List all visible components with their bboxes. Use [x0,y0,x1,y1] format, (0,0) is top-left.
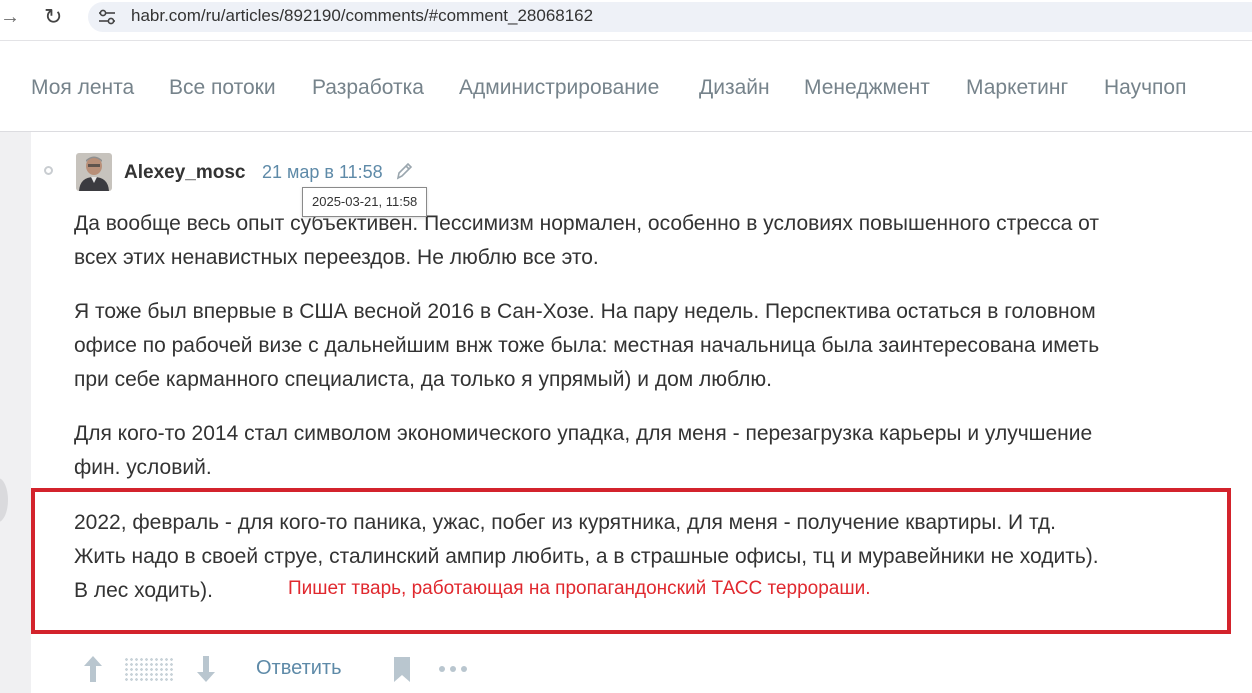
time-tooltip: 2025-03-21, 11:58 [302,187,428,217]
back-arrow-icon[interactable]: → [0,6,20,29]
browser-toolbar: → ↻ habr.com/ru/articles/892190/comments… [0,0,1252,41]
reload-icon[interactable]: ↻ [44,4,62,30]
comment-thread-dot [44,166,53,175]
paragraph-line: Да вообще весь опыт субъективен. Пессими… [74,212,1099,235]
nav-item-administration[interactable]: Администрирование [459,76,659,100]
paragraph-line: при себе карманного специалиста, да толь… [74,368,772,391]
comment-time[interactable]: 21 мар в 11:58 [262,162,383,183]
site-nav: Моя лента Все потоки Разработка Админист… [0,41,1252,132]
nav-item-development[interactable]: Разработка [312,76,424,100]
annotation-text: Пишет тварь, работающая на пропагандонск… [288,578,871,599]
paragraph-line: Я тоже был впервые в США весной 2016 в С… [74,300,1096,323]
nav-item-all-streams[interactable]: Все потоки [169,76,276,100]
nav-item-marketing[interactable]: Маркетинг [966,76,1068,100]
comment-paragraph-3: Для кого-то 2014 стал символом экономиче… [74,417,1092,485]
nav-item-management[interactable]: Менеджмент [804,76,930,100]
avatar[interactable] [76,153,112,191]
comment-paragraph-2: Я тоже был впервые в США весной 2016 в С… [74,295,1099,397]
paragraph-line: фин. условий. [74,456,212,479]
paragraph-line: Для кого-то 2014 стал символом экономиче… [74,422,1093,445]
reply-button[interactable]: Ответить [256,657,342,680]
comment-paragraph-1: Да вообще весь опыт субъективен. Пессими… [74,207,1099,275]
rating-placeholder [124,657,174,683]
upvote-arrow-icon[interactable] [82,654,104,684]
site-settings-icon[interactable] [98,9,116,25]
nav-item-popsci[interactable]: Научпоп [1104,76,1186,100]
edit-pencil-icon [396,162,413,180]
side-scroll-handle [0,478,8,522]
paragraph-line: офисе по рабочей визе с дальнейшим внж т… [74,334,1100,357]
downvote-arrow-icon[interactable] [195,654,217,684]
paragraph-line: всех этих ненавистных переездов. Не любл… [74,246,599,269]
comment-author[interactable]: Alexey_mosc [124,162,245,184]
bookmark-icon[interactable] [392,656,412,683]
url-text[interactable]: habr.com/ru/articles/892190/comments/#co… [131,6,593,26]
highlight-frame [31,488,1231,634]
nav-item-my-feed[interactable]: Моя лента [31,76,134,100]
nav-item-design[interactable]: Дизайн [699,76,770,100]
more-dots-icon[interactable] [437,659,469,679]
